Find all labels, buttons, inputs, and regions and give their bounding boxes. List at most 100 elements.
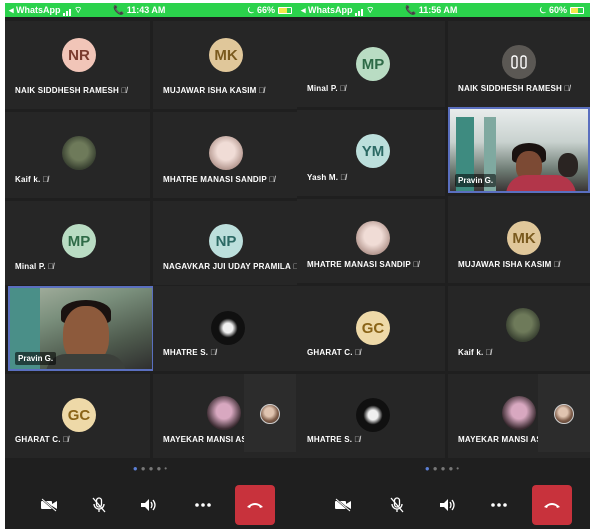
participant-tile[interactable]: MHATRE S. 🎙̸ — [153, 286, 298, 371]
time-label: 11:43 AM — [126, 5, 166, 15]
mic-muted-icon: 🎙̸ — [210, 348, 217, 357]
more-options-button[interactable] — [479, 485, 519, 525]
participant-name-text: GHARAT C. — [15, 435, 61, 444]
back-to-whatsapp-link[interactable]: ◂ WhatsApp ⌔ — [9, 5, 83, 16]
participant-tile[interactable]: Kaif k. 🎙̸ — [448, 286, 590, 371]
participant-tile[interactable]: GC GHARAT C. 🎙̸ — [297, 286, 445, 371]
participant-name: MAYEKAR MANSI AS — [163, 435, 247, 444]
participant-tile[interactable]: NR NAIK SIDDHESH RAMESH 🎙̸ — [5, 21, 150, 109]
participant-name-text: Minal P. — [307, 84, 338, 93]
hangup-icon — [544, 503, 560, 508]
video-shirt — [506, 175, 576, 191]
participant-tile[interactable]: MP Minal P. 🎙̸ — [297, 21, 445, 107]
participant-name: GHARAT C. 🎙̸ — [15, 435, 69, 444]
participant-tile[interactable]: MHATRE MANASI SANDIP 🎙̸ — [297, 199, 445, 283]
participant-name-text: GHARAT C. — [307, 348, 353, 357]
participant-name: Yash M. 🎙̸ — [307, 173, 346, 182]
participant-name-text: NAGAVKAR JUI UDAY PRAMILA — [163, 262, 291, 271]
participant-name-text: MUJAWAR ISHA KASIM — [163, 86, 257, 95]
battery-percent: 60% — [548, 5, 567, 15]
participant-tile[interactable]: MAYEKAR MANSI AS — [153, 374, 298, 458]
video-name-label: Pravin G. — [455, 174, 497, 187]
signal-icon — [354, 6, 364, 16]
page-indicator: ●●●●• — [424, 464, 463, 473]
participant-name-text: MHATRE S. — [163, 348, 209, 357]
participant-tile[interactable]: Kaif k. 🎙̸ — [5, 112, 150, 198]
participant-name: Kaif k. 🎙̸ — [15, 175, 49, 184]
status-bar: ◂ WhatsApp ⌔ 📞 11:43 AM ⏾ 66% — [5, 3, 298, 17]
video-shirt — [46, 354, 126, 369]
speaker-icon — [440, 499, 455, 511]
battery-status: ⏾ 66% — [247, 5, 292, 16]
participant-name-text: MHATRE S. — [307, 435, 353, 444]
end-call-button[interactable] — [235, 485, 275, 525]
avatar: NR — [62, 38, 96, 72]
participant-video-tile[interactable]: Pravin G. — [448, 107, 590, 193]
avatar — [62, 136, 96, 170]
mic-muted-icon: 🎙̸ — [564, 84, 571, 93]
avatar — [506, 308, 540, 342]
avatar — [207, 396, 241, 430]
battery-status: ⏾ 60% — [539, 5, 584, 16]
participant-name-text: MAYEKAR MANSI AS — [163, 435, 247, 444]
participant-tile[interactable]: MHATRE MANASI SANDIP 🎙̸ — [153, 112, 298, 198]
participant-video-tile[interactable]: Pravin G. — [8, 286, 154, 371]
status-time: 📞 11:56 AM — [405, 5, 458, 15]
participant-tile[interactable]: MHATRE S. 🎙̸ — [297, 374, 445, 458]
participant-name-text: NAIK SIDDHESH RAMESH — [15, 86, 120, 95]
avatar: YM — [356, 134, 390, 168]
self-view[interactable] — [244, 374, 296, 452]
participant-tile[interactable]: MAYEKAR MANSI AS — [448, 374, 590, 458]
video-toggle-button[interactable] — [323, 485, 363, 525]
mic-off-icon — [92, 497, 106, 513]
battery-icon — [570, 7, 584, 14]
participant-name-text: Kaif k. — [15, 175, 41, 184]
avatar: MP — [62, 224, 96, 258]
participant-name-text: MAYEKAR MANSI AS — [458, 435, 542, 444]
mic-muted-icon: 🎙̸ — [485, 348, 492, 357]
self-view[interactable] — [538, 374, 590, 452]
participant-tile[interactable]: MP Minal P. 🎙̸ — [5, 201, 150, 285]
participant-name: NAGAVKAR JUI UDAY PRAMILA 🎙̸ — [163, 262, 298, 271]
more-options-button[interactable] — [183, 485, 223, 525]
participant-name-text: MUJAWAR ISHA KASIM — [458, 260, 552, 269]
back-to-whatsapp-link[interactable]: ◂ WhatsApp ⌔ — [301, 5, 375, 16]
avatar — [356, 398, 390, 432]
participant-tile[interactable]: NAIK SIDDHESH RAMESH 🎙̸ — [448, 21, 590, 107]
participant-name: MHATRE MANASI SANDIP 🎙̸ — [307, 260, 419, 269]
call-controls — [297, 481, 590, 529]
battery-icon — [278, 7, 292, 14]
back-label: ◂ WhatsApp — [301, 5, 353, 15]
speaker-icon — [141, 499, 156, 511]
call-screen-left: ◂ WhatsApp ⌔ 📞 11:43 AM ⏾ 66% NR NAIK SI… — [5, 3, 298, 529]
participant-name: MHATRE S. 🎙̸ — [163, 348, 216, 357]
video-off-icon — [41, 498, 57, 512]
mic-muted-icon: 🎙̸ — [553, 260, 560, 269]
participant-tile[interactable]: NP NAGAVKAR JUI UDAY PRAMILA 🎙̸ — [153, 201, 298, 285]
speaker-button[interactable] — [129, 485, 169, 525]
participant-name: MUJAWAR ISHA KASIM 🎙̸ — [458, 260, 560, 269]
participant-name-text: MHATRE MANASI SANDIP — [163, 175, 267, 184]
speaker-button[interactable] — [428, 485, 468, 525]
avatar: MP — [356, 47, 390, 81]
participant-tile[interactable]: MK MUJAWAR ISHA KASIM 🎙̸ — [153, 21, 298, 109]
mute-button[interactable] — [79, 485, 119, 525]
video-toggle-button[interactable] — [29, 485, 69, 525]
participant-tile[interactable]: YM Yash M. 🎙̸ — [297, 110, 445, 196]
wifi-icon: ⌔ — [74, 5, 83, 15]
status-bar: ◂ WhatsApp ⌔ 📞 11:56 AM ⏾ 60% — [297, 3, 590, 17]
more-icon — [195, 503, 211, 507]
participant-tile[interactable]: GC GHARAT C. 🎙̸ — [5, 374, 150, 458]
mute-button[interactable] — [377, 485, 417, 525]
participant-tile[interactable]: MK MUJAWAR ISHA KASIM 🎙̸ — [448, 196, 590, 283]
mic-muted-icon: 🎙̸ — [339, 84, 346, 93]
mic-muted-icon: 🎙̸ — [354, 348, 361, 357]
call-controls — [5, 481, 298, 529]
participant-name: Kaif k. 🎙̸ — [458, 348, 492, 357]
mic-muted-icon: 🎙̸ — [340, 173, 347, 182]
page-indicator: ●●●●• — [132, 464, 171, 473]
battery-percent: 66% — [256, 5, 275, 15]
video-name-label: Pravin G. — [15, 352, 57, 365]
end-call-button[interactable] — [532, 485, 572, 525]
mic-muted-icon: 🎙̸ — [258, 86, 265, 95]
